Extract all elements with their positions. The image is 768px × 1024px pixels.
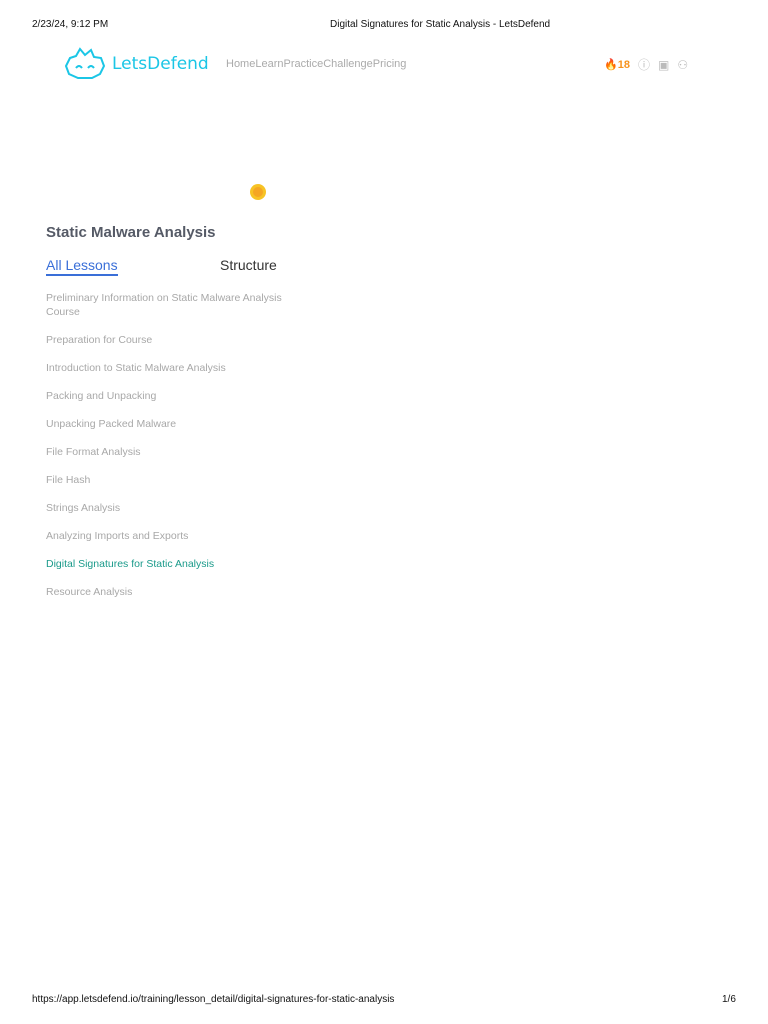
lesson-item[interactable]: Packing and Unpacking — [46, 389, 286, 403]
tab-all-lessons[interactable]: All Lessons — [46, 257, 118, 276]
print-page: 1/6 — [722, 994, 736, 1005]
brand-name: LetsDefend — [112, 54, 209, 74]
nav-challenge[interactable]: Challenge — [323, 58, 373, 70]
tab-structure[interactable]: Structure — [220, 257, 277, 273]
lesson-item[interactable]: Resource Analysis — [46, 585, 286, 599]
nav-pricing[interactable]: Pricing — [373, 58, 407, 70]
lesson-item[interactable]: File Hash — [46, 473, 286, 487]
nav-practice[interactable]: Practice — [283, 58, 323, 70]
lesson-item[interactable]: Preparation for Course — [46, 333, 286, 347]
board-icon[interactable]: ▣ — [658, 58, 669, 72]
lesson-item[interactable]: Unpacking Packed Malware — [46, 417, 286, 431]
lesson-item[interactable]: Introduction to Static Malware Analysis — [46, 361, 286, 375]
user-icon[interactable]: ⚇ — [677, 58, 688, 72]
lesson-item[interactable]: File Format Analysis — [46, 445, 286, 459]
print-url: https://app.letsdefend.io/training/lesso… — [32, 994, 395, 1005]
course-title: Static Malware Analysis — [46, 224, 216, 241]
print-title: Digital Signatures for Static Analysis -… — [330, 19, 551, 30]
lesson-list: Preliminary Information on Static Malwar… — [46, 291, 286, 613]
nav-home[interactable]: Home — [226, 58, 255, 70]
lesson-item[interactable]: Digital Signatures for Static Analysis — [46, 557, 286, 571]
sun-icon — [249, 183, 267, 201]
fire-icon: 🔥 — [604, 59, 618, 71]
nav-learn[interactable]: Learn — [255, 58, 283, 70]
logo[interactable]: LetsDefend — [62, 46, 209, 82]
streak-badge[interactable]: 🔥18 — [604, 58, 630, 71]
lesson-item[interactable]: Preliminary Information on Static Malwar… — [46, 291, 286, 319]
lesson-item[interactable]: Analyzing Imports and Exports — [46, 529, 286, 543]
header-actions: 🔥18 ⓘ ▣ ⚇ — [604, 56, 688, 73]
print-datetime: 2/23/24, 9:12 PM — [32, 19, 109, 30]
help-icon[interactable]: ⓘ — [638, 56, 650, 73]
streak-count: 18 — [617, 59, 630, 71]
logo-mascot-icon — [64, 47, 106, 79]
main-nav: Home Learn Practice Challenge Pricing — [226, 58, 406, 70]
lesson-item[interactable]: Strings Analysis — [46, 501, 286, 515]
